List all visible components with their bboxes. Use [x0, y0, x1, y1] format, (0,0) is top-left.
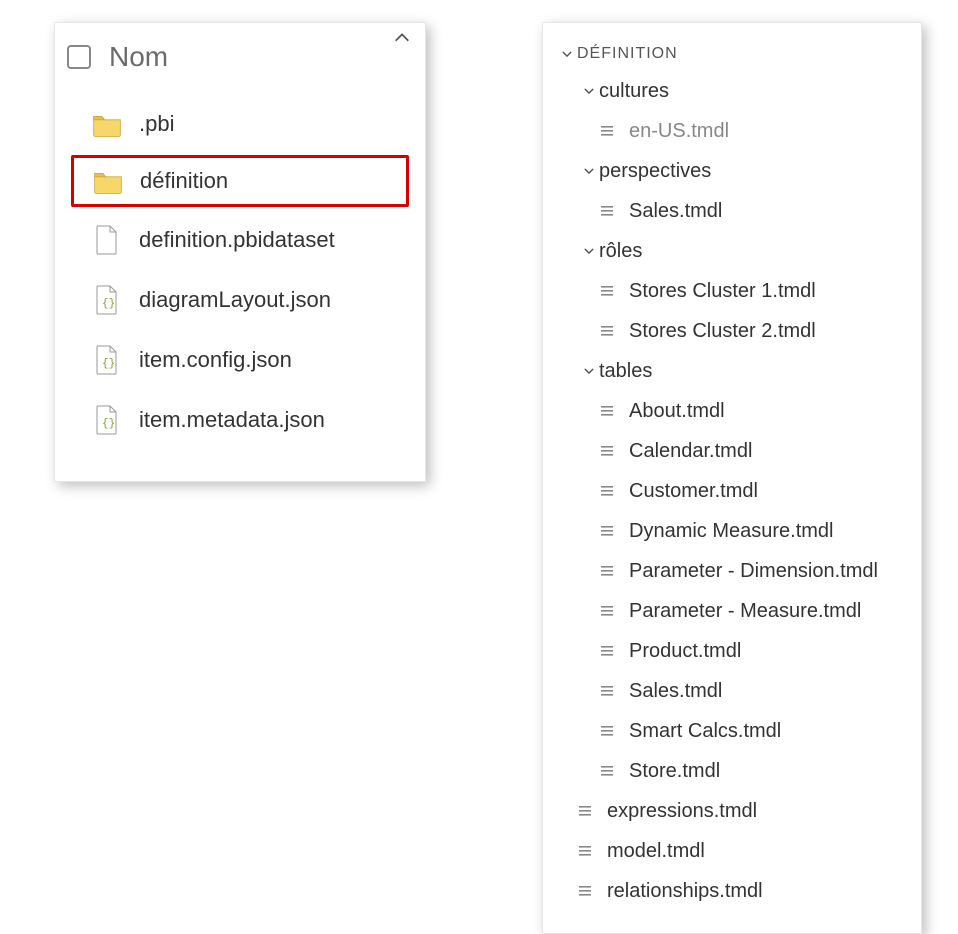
file-row[interactable]: definition.pbidataset — [71, 213, 409, 267]
tree-item-label: relationships.tmdl — [607, 877, 763, 905]
tree-item-label: Smart Calcs.tmdl — [629, 717, 781, 745]
file-name-label: item.config.json — [139, 347, 292, 373]
tree-file[interactable]: Customer.tmdl — [553, 471, 911, 511]
tree-item-label: rôles — [599, 237, 642, 265]
file-lines-icon — [601, 644, 619, 658]
select-all-checkbox[interactable] — [67, 45, 91, 69]
tree-file[interactable]: Parameter - Dimension.tmdl — [553, 551, 911, 591]
tree-item-label: Stores Cluster 1.tmdl — [629, 277, 816, 305]
file-name-label: .pbi — [139, 111, 174, 137]
file-row[interactable]: {} item.config.json — [71, 333, 409, 387]
folder-icon — [89, 111, 125, 137]
file-lines-icon — [601, 724, 619, 738]
tree-file[interactable]: Stores Cluster 2.tmdl — [553, 311, 911, 351]
json-file-icon: {} — [89, 405, 125, 435]
file-lines-icon — [579, 804, 597, 818]
file-lines-icon — [601, 604, 619, 618]
tree-folder[interactable]: rôles — [553, 231, 911, 271]
file-name-label: diagramLayout.json — [139, 287, 331, 313]
folder-row[interactable]: .pbi — [71, 99, 409, 149]
svg-text:{}: {} — [102, 298, 115, 310]
file-lines-icon — [601, 444, 619, 458]
tree-file[interactable]: model.tmdl — [553, 831, 911, 871]
tree-item-label: About.tmdl — [629, 397, 725, 425]
file-row[interactable]: {} diagramLayout.json — [71, 273, 409, 327]
chevron-down-icon[interactable] — [579, 164, 599, 178]
tree-item-label: Parameter - Dimension.tmdl — [629, 557, 878, 585]
file-lines-icon — [601, 324, 619, 338]
file-name-label: definition.pbidataset — [139, 227, 335, 253]
tree-file[interactable]: Calendar.tmdl — [553, 431, 911, 471]
tree-item-label: en-US.tmdl — [629, 117, 729, 145]
tree-root[interactable]: DÉFINITION — [553, 37, 911, 71]
tree-item-label: cultures — [599, 77, 669, 105]
tree-file[interactable]: Parameter - Measure.tmdl — [553, 591, 911, 631]
tree-file[interactable]: Sales.tmdl — [553, 191, 911, 231]
json-file-icon: {} — [89, 285, 125, 315]
folder-row[interactable]: définition — [71, 155, 409, 207]
tree-file[interactable]: Product.tmdl — [553, 631, 911, 671]
file-lines-icon — [601, 684, 619, 698]
tree-file[interactable]: Sales.tmdl — [553, 671, 911, 711]
chevron-down-icon[interactable] — [557, 47, 577, 61]
column-header-name[interactable]: Nom — [109, 41, 168, 73]
file-lines-icon — [601, 204, 619, 218]
tree-item-label: tables — [599, 357, 652, 385]
tree-item-label: Product.tmdl — [629, 637, 741, 665]
tree-file[interactable]: Dynamic Measure.tmdl — [553, 511, 911, 551]
tree-item-label: Sales.tmdl — [629, 197, 722, 225]
chevron-down-icon[interactable] — [579, 84, 599, 98]
file-explorer-header[interactable]: Nom — [55, 29, 425, 93]
file-lines-icon — [601, 484, 619, 498]
tree-item-label: Stores Cluster 2.tmdl — [629, 317, 816, 345]
svg-text:{}: {} — [102, 418, 115, 430]
file-lines-icon — [579, 884, 597, 898]
file-lines-icon — [601, 764, 619, 778]
tree-item-label: Calendar.tmdl — [629, 437, 752, 465]
json-file-icon: {} — [89, 345, 125, 375]
file-lines-icon — [579, 844, 597, 858]
file-lines-icon — [601, 564, 619, 578]
file-explorer-panel: Nom .pbi définition definition.pbidataset {… — [54, 22, 426, 482]
chevron-up-icon[interactable] — [393, 29, 411, 52]
file-name-label: définition — [140, 168, 228, 194]
file-name-label: item.metadata.json — [139, 407, 325, 433]
tree-file[interactable]: en-US.tmdl — [553, 111, 911, 151]
file-lines-icon — [601, 524, 619, 538]
tree-item-label: Customer.tmdl — [629, 477, 758, 505]
tree-file[interactable]: Stores Cluster 1.tmdl — [553, 271, 911, 311]
chevron-down-icon[interactable] — [579, 244, 599, 258]
file-lines-icon — [601, 404, 619, 418]
tree-folder[interactable]: cultures — [553, 71, 911, 111]
tree-item-label: Sales.tmdl — [629, 677, 722, 705]
tree-item-label: Dynamic Measure.tmdl — [629, 517, 834, 545]
tree-file[interactable]: Store.tmdl — [553, 751, 911, 791]
tree-folder[interactable]: tables — [553, 351, 911, 391]
tree-folder[interactable]: perspectives — [553, 151, 911, 191]
tree-panel: DÉFINITION cultures en-US.tmdl perspective… — [542, 22, 922, 934]
document-icon — [89, 225, 125, 255]
file-row[interactable]: {} item.metadata.json — [71, 393, 409, 447]
tree-file[interactable]: About.tmdl — [553, 391, 911, 431]
tree-root-label: DÉFINITION — [577, 43, 678, 65]
tree-file[interactable]: relationships.tmdl — [553, 871, 911, 911]
tree-item-label: model.tmdl — [607, 837, 705, 865]
tree-item-label: expressions.tmdl — [607, 797, 757, 825]
tree-file[interactable]: Smart Calcs.tmdl — [553, 711, 911, 751]
chevron-down-icon[interactable] — [579, 364, 599, 378]
tree-item-label: Parameter - Measure.tmdl — [629, 597, 861, 625]
tree-item-label: perspectives — [599, 157, 711, 185]
tree-file[interactable]: expressions.tmdl — [553, 791, 911, 831]
svg-text:{}: {} — [102, 358, 115, 370]
folder-icon — [90, 168, 126, 194]
file-lines-icon — [601, 124, 619, 138]
file-lines-icon — [601, 284, 619, 298]
tree-item-label: Store.tmdl — [629, 757, 720, 785]
